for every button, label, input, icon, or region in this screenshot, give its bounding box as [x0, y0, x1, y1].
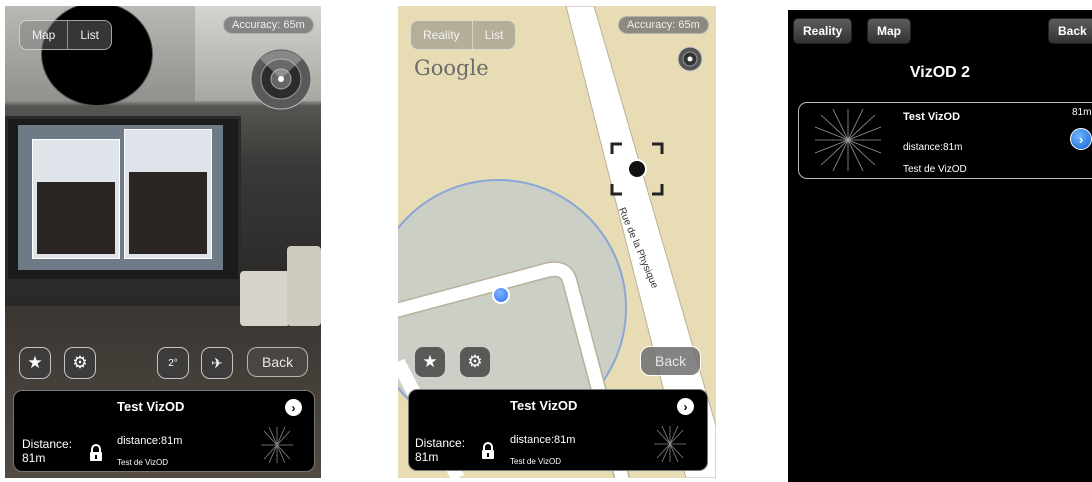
reality-view-screen: Map List Accuracy: 65m ★ ⚙ 2° ✈ Back Tes… [5, 6, 321, 478]
settings-button[interactable]: ⚙ [459, 346, 491, 378]
poi-description: Test de VizOD [117, 458, 168, 467]
distance-value: 81m [22, 451, 46, 465]
distance-label: Distance: [22, 437, 73, 451]
back-button[interactable]: Back [247, 347, 309, 377]
item-distance-line: distance:81m [903, 142, 963, 153]
direction-button[interactable]: ✈ [201, 347, 233, 379]
map-view-screen: Google Rue de la Physique Reality List A… [398, 6, 716, 478]
poi-thumbnail [654, 425, 686, 463]
radar-icon[interactable] [250, 48, 312, 110]
plane-icon: ✈ [211, 354, 223, 371]
camera-monitor [5, 116, 241, 282]
star-icon: ★ [422, 352, 438, 371]
gear-icon: ⚙ [467, 352, 483, 371]
chevron-right-icon[interactable]: › [1070, 128, 1092, 150]
distance-line: distance:81m [117, 435, 183, 447]
radar-icon[interactable] [677, 46, 703, 72]
distance-value: 81m [415, 450, 439, 464]
poi-title: Test VizOD [117, 399, 185, 414]
poi-thumbnail [261, 426, 293, 464]
poi-description: Test de VizOD [510, 457, 561, 466]
lock-icon [90, 444, 102, 461]
camera-mug [240, 271, 290, 326]
distance-label: Distance: [415, 436, 466, 450]
view-toggle[interactable]: Map List [19, 20, 113, 50]
google-logo: Google [414, 56, 489, 80]
lock-icon [482, 442, 494, 459]
accuracy-badge: Accuracy: 65m [618, 16, 709, 34]
tilt-button[interactable]: 2° [157, 347, 189, 379]
chevron-right-icon[interactable]: › [677, 398, 694, 415]
tilt-label: 2° [168, 357, 178, 369]
item-title: Test VizOD [903, 111, 961, 123]
item-distance: 81m [1072, 107, 1092, 118]
toggle-list[interactable]: List [67, 21, 111, 49]
favorite-button[interactable]: ★ [414, 346, 446, 378]
gear-icon: ⚙ [72, 353, 88, 372]
toggle-map[interactable]: Map [20, 21, 67, 49]
map-button[interactable]: Map [867, 18, 911, 44]
blue-dot-icon [492, 286, 510, 304]
star-icon: ★ [27, 353, 43, 372]
poi-title: Test VizOD [510, 398, 578, 413]
accuracy-badge: Accuracy: 65m [223, 16, 314, 34]
poi-info-panel[interactable]: Test VizOD › Distance: 81m distance:81m … [408, 389, 708, 471]
distance-line: distance:81m [510, 434, 576, 446]
view-toggle[interactable]: Reality List [410, 20, 517, 50]
list-item[interactable]: Test VizOD 81m › distance:81m Test de Vi… [798, 102, 1092, 179]
poi-info-panel[interactable]: Test VizOD › Distance: 81m distance:81m … [13, 390, 315, 472]
reality-button[interactable]: Reality [793, 18, 853, 44]
settings-button[interactable]: ⚙ [64, 347, 96, 379]
camera-cup [287, 246, 321, 326]
toggle-reality[interactable]: Reality [411, 21, 472, 49]
list-view-screen: Reality Map Back VizOD 2 Test VizOD 81m … [788, 10, 1092, 482]
chevron-right-icon[interactable]: › [285, 399, 302, 416]
back-button[interactable]: Back [1048, 18, 1092, 44]
toggle-list[interactable]: List [471, 21, 516, 49]
favorite-button[interactable]: ★ [19, 347, 51, 379]
item-description: Test de VizOD [903, 164, 967, 175]
page-title: VizOD 2 [909, 64, 971, 81]
poi-thumbnail [814, 108, 882, 172]
back-button[interactable]: Back [640, 346, 702, 376]
